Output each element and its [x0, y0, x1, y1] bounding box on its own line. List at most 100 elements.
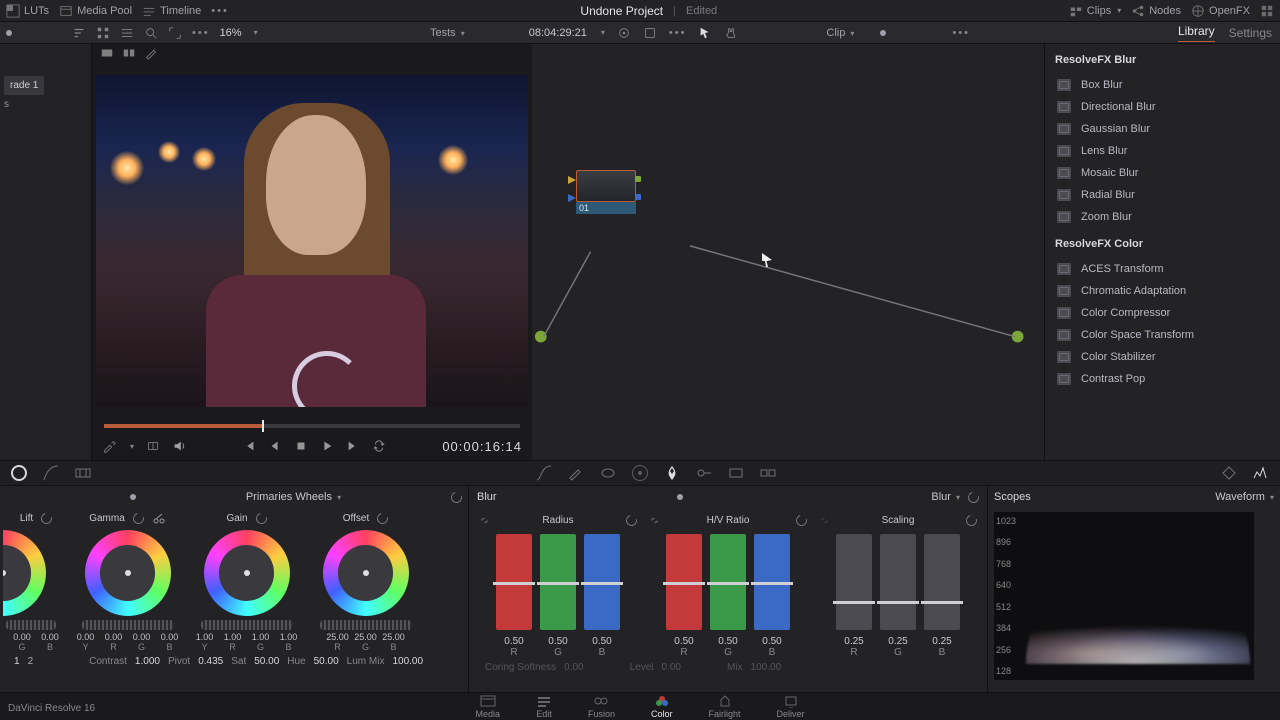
viewer-wand-icon[interactable] [144, 46, 158, 60]
first-frame-icon[interactable] [242, 439, 256, 453]
keyframe-icon[interactable] [1220, 464, 1238, 482]
target-icon[interactable] [617, 26, 631, 40]
scrub-bar[interactable] [104, 424, 520, 428]
hv-b-slider[interactable] [754, 534, 790, 630]
scaling-r-slider[interactable] [836, 534, 872, 630]
clips-btn[interactable]: Clips▾ [1069, 4, 1121, 18]
radius-b-slider[interactable] [584, 534, 620, 630]
more-dots-3-icon[interactable]: ••• [952, 27, 970, 39]
openfx-btn[interactable]: OpenFX [1191, 4, 1250, 18]
fx-item-chromatic-adaptation[interactable]: Chromatic Adaptation [1045, 280, 1280, 302]
gamma-jog[interactable] [82, 620, 174, 630]
fx-item-directional-blur[interactable]: Directional Blur [1045, 96, 1280, 118]
speaker-icon[interactable] [172, 439, 186, 453]
stereo-icon[interactable] [759, 464, 777, 482]
fx-item-gaussian-blur[interactable]: Gaussian Blur [1045, 118, 1280, 140]
fx-item-color-compressor[interactable]: Color Compressor [1045, 302, 1280, 324]
lift-jog[interactable] [6, 620, 56, 630]
page-deliver[interactable]: Deliver [777, 694, 805, 719]
radius-g-slider[interactable] [540, 534, 576, 630]
nodes-btn[interactable]: Nodes [1131, 4, 1181, 18]
tracking-icon[interactable] [631, 464, 649, 482]
sizing-icon[interactable] [727, 464, 745, 482]
warper-palette-icon[interactable] [74, 464, 92, 482]
fx-item-aces-transform[interactable]: ACES Transform [1045, 258, 1280, 280]
fullscreen-icon[interactable] [643, 26, 657, 40]
page-edit[interactable]: Edit [536, 694, 552, 719]
scaling-b-slider[interactable] [924, 534, 960, 630]
curves-palette-icon[interactable] [42, 464, 60, 482]
eyedropper-icon[interactable] [102, 439, 116, 453]
lum-value[interactable]: 100.00 [392, 656, 423, 667]
sat-value[interactable]: 50.00 [254, 656, 279, 667]
fx-item-radial-blur[interactable]: Radial Blur [1045, 184, 1280, 206]
luts-btn[interactable]: LUTs [6, 4, 49, 18]
mediapool-btn[interactable]: Media Pool [59, 4, 132, 18]
qualifier-icon[interactable] [567, 464, 585, 482]
fx-item-box-blur[interactable]: Box Blur [1045, 74, 1280, 96]
lift-wheel[interactable] [0, 530, 46, 616]
key-icon[interactable] [695, 464, 713, 482]
offset-wheel[interactable] [323, 530, 409, 616]
hv-g-slider[interactable] [710, 534, 746, 630]
contrast-value[interactable]: 1.000 [135, 656, 160, 667]
tab-settings[interactable]: Settings [1229, 26, 1272, 40]
scopes-icon[interactable] [1252, 464, 1270, 482]
fx-item-lens-blur[interactable]: Lens Blur [1045, 140, 1280, 162]
page-fusion[interactable]: Fusion [588, 694, 615, 719]
hue-value[interactable]: 50.00 [314, 656, 339, 667]
play-icon[interactable] [320, 439, 334, 453]
fx-item-zoom-blur[interactable]: Zoom Blur [1045, 206, 1280, 228]
row2-b[interactable]: 2 [28, 656, 34, 667]
scaling-link-icon[interactable] [819, 515, 830, 526]
offset-jog[interactable] [320, 620, 412, 630]
page-fairlight[interactable]: Fairlight [709, 694, 741, 719]
loop-icon[interactable] [372, 439, 386, 453]
sort-icon[interactable] [72, 26, 86, 40]
timeline-btn[interactable]: Timeline [142, 4, 201, 18]
curves-icon[interactable] [535, 464, 553, 482]
fx-item-mosaic-blur[interactable]: Mosaic Blur [1045, 162, 1280, 184]
pivot-value[interactable]: 0.435 [198, 656, 223, 667]
viewer-image[interactable] [96, 75, 528, 407]
fx-item-contrast-pop[interactable]: Contrast Pop [1045, 368, 1280, 390]
zoom-level[interactable]: 16% [220, 27, 242, 39]
tests-dropdown[interactable]: Tests ▾ [430, 27, 465, 39]
radius-link-icon[interactable] [479, 515, 490, 526]
page-color[interactable]: Color [651, 694, 673, 719]
hv-link-icon[interactable] [649, 515, 660, 526]
scaling-g-slider[interactable] [880, 534, 916, 630]
window-icon[interactable] [599, 464, 617, 482]
waveform-scope[interactable]: 1023896768640512384256128 [994, 512, 1254, 680]
viewer-mode1-icon[interactable] [100, 46, 114, 60]
split-icon[interactable] [146, 439, 160, 453]
prev-frame-icon[interactable] [268, 439, 282, 453]
tab-library[interactable]: Library [1178, 24, 1215, 42]
clip-dropdown[interactable]: Clip ▾ [826, 27, 854, 39]
gamma-balance-icon[interactable] [152, 511, 166, 525]
last-frame-icon[interactable] [346, 439, 360, 453]
wheels-palette-icon[interactable] [10, 464, 28, 482]
expand-icon[interactable] [168, 26, 182, 40]
gamma-reset-icon[interactable] [131, 510, 146, 525]
viewer-mode2-icon[interactable] [122, 46, 136, 60]
fx-item-color-space-transform[interactable]: Color Space Transform [1045, 324, 1280, 346]
more-dots-icon[interactable]: ••• [192, 27, 210, 39]
more-icon[interactable]: ••• [211, 5, 229, 17]
pointer-tool-icon[interactable] [698, 26, 712, 40]
page-media[interactable]: Media [475, 694, 500, 719]
gain-wheel[interactable] [204, 530, 290, 616]
offset-reset-icon[interactable] [375, 510, 390, 525]
row2-a[interactable]: 1 [14, 656, 20, 667]
gamma-wheel[interactable] [85, 530, 171, 616]
primaries-reset-icon[interactable] [449, 489, 464, 504]
more-dots-2-icon[interactable]: ••• [669, 27, 687, 39]
hand-tool-icon[interactable] [724, 26, 738, 40]
gain-jog[interactable] [201, 620, 293, 630]
grid-icon[interactable] [96, 26, 110, 40]
gain-reset-icon[interactable] [254, 510, 269, 525]
radius-r-slider[interactable] [496, 534, 532, 630]
hv-r-slider[interactable] [666, 534, 702, 630]
node-graph[interactable]: 01 [532, 44, 1044, 460]
scopes-mode[interactable]: Waveform ▾ [1215, 491, 1274, 503]
